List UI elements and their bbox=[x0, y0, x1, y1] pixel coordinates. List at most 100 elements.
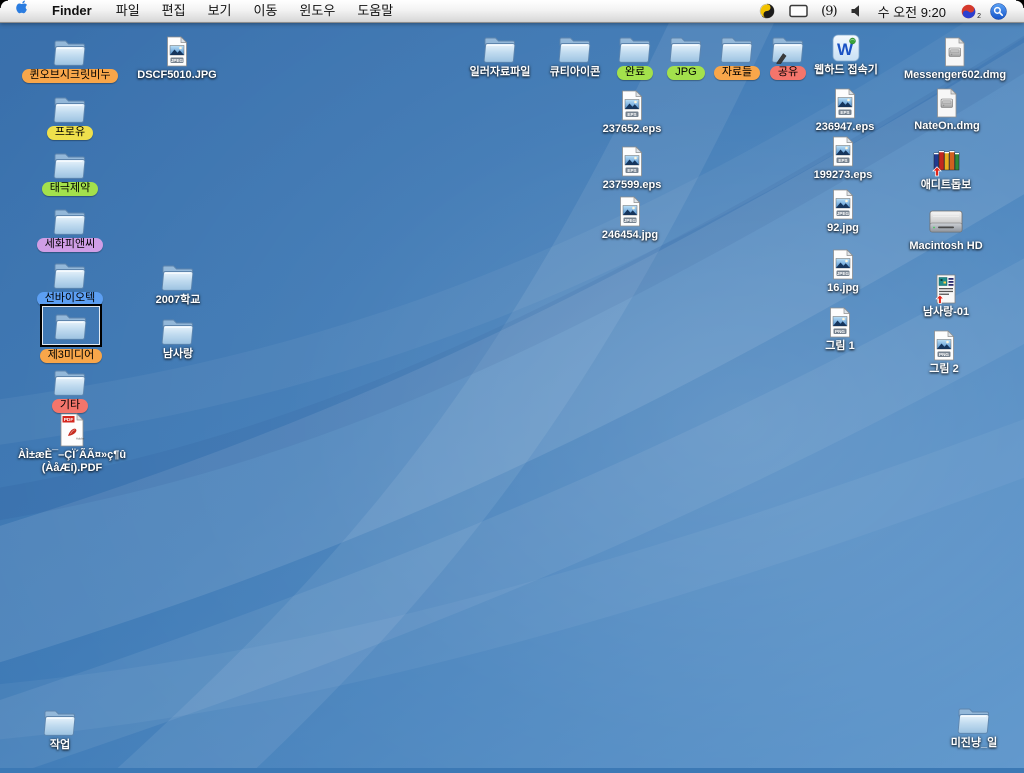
desktop-icon-sehwa-pnc-folder[interactable]: 세화피앤씨 bbox=[0, 205, 145, 252]
icon-label: NateOn.dmg bbox=[914, 120, 979, 133]
icon-label: 세화피앤씨 bbox=[37, 238, 104, 252]
app-menu-finder[interactable]: Finder bbox=[39, 0, 105, 22]
menu-bar-clock[interactable]: 수 오전 9:20 bbox=[870, 2, 954, 21]
icon-label: 237652.eps bbox=[603, 123, 662, 136]
icon-label: 그림 2 bbox=[929, 363, 958, 376]
svg-text:JPEG: JPEG bbox=[837, 271, 850, 276]
desktop-icon-mijinnyang-il-folder[interactable]: 미진냥_일 bbox=[899, 704, 1024, 750]
folder-icon bbox=[41, 706, 79, 737]
svg-text:Adobe: Adobe bbox=[76, 437, 85, 441]
icon-label: 237599.eps bbox=[603, 179, 662, 192]
photo-icon: EPS bbox=[619, 90, 645, 121]
hd-icon bbox=[927, 207, 965, 238]
icon-label: 웹하드 접속기 bbox=[814, 64, 878, 77]
desktop-icon-eps-237599[interactable]: EPS 237599.eps bbox=[557, 146, 707, 192]
icon-label: 246454.jpg bbox=[602, 229, 658, 242]
webhard-icon: W bbox=[832, 34, 860, 62]
korean-input-source-icon[interactable]: 2 bbox=[954, 0, 983, 22]
svg-text:EPS: EPS bbox=[838, 158, 847, 163]
desktop-icon-jpg-246454[interactable]: JPEG 246454.jpg bbox=[555, 196, 705, 242]
menu-item-0[interactable]: 파일 bbox=[105, 0, 151, 22]
desktop-icon-nateon-dmg[interactable]: NateOn.dmg bbox=[872, 88, 1022, 133]
desktop-icon-work-folder[interactable]: 작업 bbox=[0, 706, 135, 752]
dmg-icon bbox=[935, 88, 959, 118]
photo-icon: EPS bbox=[619, 146, 645, 177]
desktop-icon-etc-folder[interactable]: 기타 bbox=[0, 366, 145, 413]
svg-text:JPEG: JPEG bbox=[624, 218, 637, 223]
desktop-icon-adit-dopbo-app[interactable]: 애디트돕보 bbox=[871, 147, 1021, 192]
icon-label: 199273.eps bbox=[814, 169, 873, 182]
spotlight-icon[interactable] bbox=[983, 0, 1014, 22]
photo-icon: EPS bbox=[832, 88, 858, 119]
folder-icon bbox=[955, 704, 993, 735]
icon-label: 제3미디어 bbox=[40, 349, 103, 363]
menu-item-5[interactable]: 도움말 bbox=[346, 0, 404, 22]
pdf-icon: PDF Adobe bbox=[58, 413, 86, 447]
desktop-icon-school-2007-folder[interactable]: 2007학교 bbox=[103, 261, 253, 307]
svg-text:JPEG: JPEG bbox=[171, 58, 184, 63]
folder-icon bbox=[51, 149, 89, 180]
displays-icon[interactable] bbox=[782, 0, 815, 22]
photo-icon: JPEG bbox=[164, 36, 190, 67]
desktop[interactable]: 퀸오브시크릿비누 프로유 태극제약 세화 bbox=[0, 0, 1024, 768]
dmg-icon bbox=[943, 37, 967, 67]
desktop-icon-eps-237652[interactable]: EPS 237652.eps bbox=[557, 90, 707, 136]
icon-label: 16.jpg bbox=[827, 282, 859, 295]
icon-label: 그림 1 bbox=[825, 340, 854, 353]
menu-item-1[interactable]: 편집 bbox=[151, 0, 197, 22]
desktop-icon-dscf5010-jpg[interactable]: JPEG DSCF5010.JPG bbox=[102, 36, 252, 82]
desktop-icon-messenger602-dmg[interactable]: Messenger602.dmg bbox=[880, 37, 1024, 82]
screen-corner-left bbox=[0, 0, 8, 8]
desktop-icon-namsarang-folder[interactable]: 남사랑 bbox=[103, 315, 253, 361]
icon-label: 프로유 bbox=[47, 126, 93, 140]
menu-bar-status: (9) 수 오전 9:20 2 bbox=[752, 0, 1024, 22]
icon-label: 미진냥_일 bbox=[951, 737, 998, 750]
menu-item-4[interactable]: 윈도우 bbox=[288, 0, 346, 22]
menu-items: 파일편집보기이동윈도우도움말 bbox=[105, 0, 404, 22]
folder-icon bbox=[51, 36, 89, 67]
photo-icon: PNG bbox=[827, 307, 853, 338]
desktop-icon-macintosh-hd-volume[interactable]: Macintosh HD bbox=[871, 207, 1021, 253]
icon-label: 2007학교 bbox=[156, 294, 201, 307]
photo-icon: JPEG bbox=[830, 249, 856, 280]
svg-text:PNG: PNG bbox=[835, 329, 845, 334]
books-icon bbox=[931, 147, 961, 177]
photo-icon: JPEG bbox=[830, 189, 856, 220]
svg-text:EPS: EPS bbox=[627, 112, 636, 117]
folder-icon bbox=[40, 304, 102, 347]
folder-icon bbox=[51, 366, 89, 397]
photo-icon: PNG bbox=[931, 330, 957, 361]
icon-label: 236947.eps bbox=[816, 121, 875, 134]
folder-icon bbox=[159, 261, 197, 292]
desktop-icon-picture-2-png[interactable]: PNG 그림 2 bbox=[869, 330, 1019, 376]
norton-autoprotect-icon[interactable] bbox=[752, 0, 782, 22]
folder-icon bbox=[51, 259, 89, 290]
photo-icon: EPS bbox=[830, 136, 856, 167]
icon-label: 태극제약 bbox=[42, 182, 98, 196]
input-source-badge: 2 bbox=[977, 13, 981, 20]
desktop-icon-taegeuk-pharma-folder[interactable]: 태극제약 bbox=[0, 149, 145, 196]
shortcutdoc-icon bbox=[934, 274, 958, 304]
desktop-icon-mojibake-pdf[interactable]: PDF Adobe ÀÌ±æÈ¯–ÇÏ´ÃÃ¤»ç¶û (ÀåÆí).PDF bbox=[0, 413, 147, 475]
icon-label: 기타 bbox=[52, 399, 88, 413]
icon-label: Messenger602.dmg bbox=[904, 69, 1006, 82]
apple-logo-icon bbox=[14, 0, 29, 23]
menu-item-3[interactable]: 이동 bbox=[243, 0, 289, 22]
svg-text:PNG: PNG bbox=[939, 352, 949, 357]
screen-corner-right bbox=[1016, 0, 1024, 8]
folder-icon bbox=[51, 93, 89, 124]
desktop-icon-namsarang-01-shortcut[interactable]: 남사랑-01 bbox=[871, 274, 1021, 319]
icon-label: ÀÌ±æÈ¯–ÇÏ´ÃÃ¤»ç¶û (ÀåÆí).PDF bbox=[18, 449, 126, 475]
folder-icon bbox=[51, 205, 89, 236]
icon-label: 남사랑 bbox=[163, 348, 193, 361]
icon-label: 92.jpg bbox=[827, 222, 859, 235]
volume-icon[interactable] bbox=[843, 0, 870, 22]
svg-text:EPS: EPS bbox=[627, 168, 636, 173]
icon-label: Macintosh HD bbox=[909, 240, 982, 253]
icon-label: 남사랑-01 bbox=[923, 306, 969, 319]
classic-environment-icon[interactable]: (9) bbox=[815, 4, 842, 19]
desktop-icon-proyou-folder[interactable]: 프로유 bbox=[0, 93, 145, 140]
menu-item-2[interactable]: 보기 bbox=[197, 0, 243, 22]
folder-icon bbox=[159, 315, 197, 346]
menu-bar: Finder 파일편집보기이동윈도우도움말 (9) 수 오전 9:20 bbox=[0, 0, 1024, 23]
